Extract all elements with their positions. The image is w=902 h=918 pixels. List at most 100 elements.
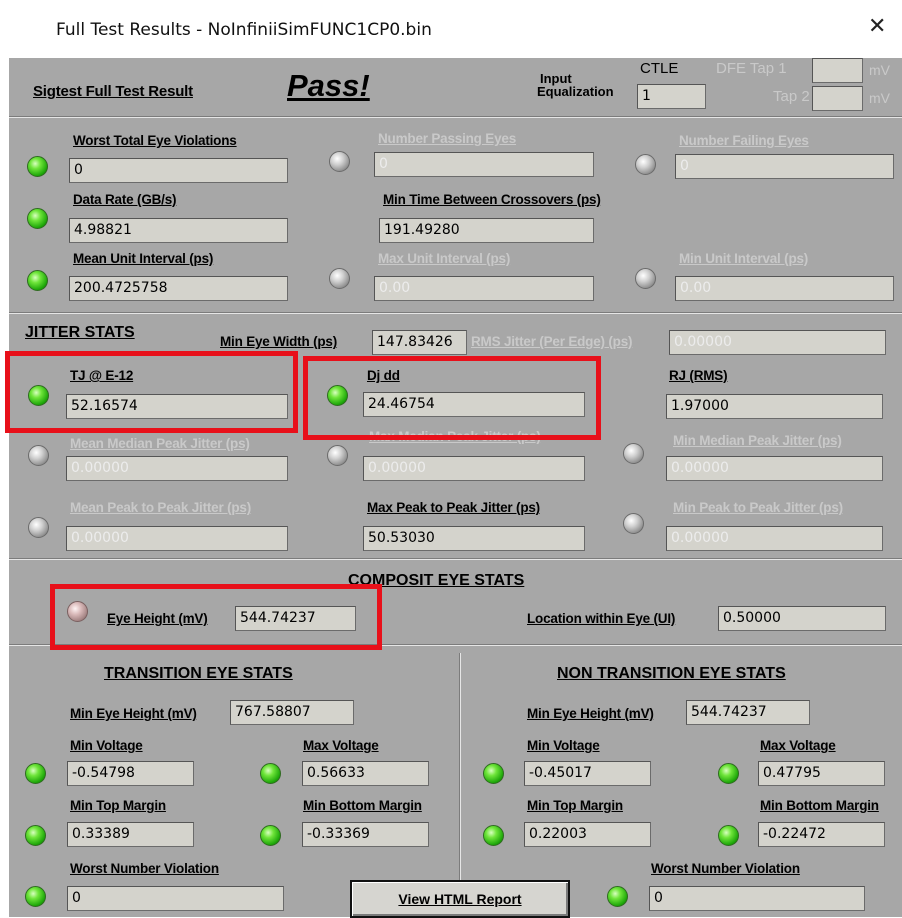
tr-min-voltage-label: Min Voltage xyxy=(70,738,143,753)
mean-ui-field[interactable]: 200.4725758 xyxy=(69,276,288,301)
tr-min-top-field[interactable]: 0.33389 xyxy=(67,822,194,847)
max-ui-field[interactable]: 0.00 xyxy=(374,276,594,301)
window-titlebar: Full Test Results - NoInfiniiSimFUNC1CP0… xyxy=(0,0,902,58)
max-ui-led xyxy=(329,268,350,289)
dfe-tap2-unit: mV xyxy=(869,90,890,106)
max-median-field[interactable]: 0.00000 xyxy=(363,456,585,481)
divider xyxy=(9,558,902,561)
min-time-field[interactable]: 191.49280 xyxy=(379,218,594,243)
close-icon[interactable]: ✕ xyxy=(868,14,886,39)
mean-median-field[interactable]: 0.00000 xyxy=(66,456,288,481)
mean-ui-label: Mean Unit Interval (ps) xyxy=(73,251,214,266)
nt-max-voltage-led xyxy=(718,763,739,784)
passing-eyes-led xyxy=(329,151,350,172)
results-panel: Sigtest Full Test Result Pass! Input Equ… xyxy=(9,58,902,918)
mean-p2p-field[interactable]: 0.00000 xyxy=(66,526,288,551)
tr-worst-label: Worst Number Violation xyxy=(70,861,219,876)
tr-worst-field[interactable]: 0 xyxy=(67,886,284,911)
worst-total-led xyxy=(27,156,48,177)
nt-min-voltage-field[interactable]: -0.45017 xyxy=(524,761,651,786)
min-ui-led xyxy=(635,268,656,289)
nt-max-voltage-field[interactable]: 0.47795 xyxy=(758,761,885,786)
min-median-field[interactable]: 0.00000 xyxy=(666,456,883,481)
mean-median-led xyxy=(28,445,49,466)
rj-field[interactable]: 1.97000 xyxy=(666,394,883,419)
data-rate-label: Data Rate (GB/s) xyxy=(73,192,177,207)
tr-min-top-led xyxy=(25,825,46,846)
divider xyxy=(9,312,902,315)
dfe-tap2-label: Tap 2 xyxy=(773,88,810,105)
location-field[interactable]: 0.50000 xyxy=(718,606,886,631)
tr-max-voltage-label: Max Voltage xyxy=(303,738,379,753)
nt-min-voltage-led xyxy=(483,763,504,784)
mean-ui-led xyxy=(27,270,48,291)
dfe-tap1-field[interactable] xyxy=(812,58,863,83)
min-ui-field[interactable]: 0.00 xyxy=(675,276,894,301)
pass-result: Pass! xyxy=(287,68,370,103)
mean-p2p-label: Mean Peak to Peak Jitter (ps) xyxy=(70,500,252,515)
worst-total-field[interactable]: 0 xyxy=(69,158,288,183)
vertical-divider xyxy=(459,653,462,917)
min-median-led xyxy=(623,443,644,464)
nt-worst-field[interactable]: 0 xyxy=(649,886,865,911)
nt-max-voltage-label: Max Voltage xyxy=(760,738,836,753)
nt-worst-led xyxy=(607,886,628,907)
dfe-tap1-label: DFE Tap 1 xyxy=(716,60,787,77)
location-label: Location within Eye (UI) xyxy=(527,611,676,626)
equalization-label: Equalization xyxy=(537,84,614,99)
nt-min-bottom-label: Min Bottom Margin xyxy=(760,798,879,813)
ctle-field[interactable]: 1 xyxy=(637,84,706,109)
highlight-tj xyxy=(5,351,298,433)
highlight-eye-height xyxy=(50,584,382,650)
tr-min-eye-height-label: Min Eye Height (mV) xyxy=(70,706,197,721)
rms-jitter-label: RMS Jitter (Per Edge) (ps) xyxy=(471,334,633,349)
min-p2p-led xyxy=(623,513,644,534)
tr-worst-led xyxy=(25,886,46,907)
tr-min-eye-height-field[interactable]: 767.58807 xyxy=(230,700,354,725)
tr-min-voltage-led xyxy=(25,763,46,784)
tr-min-voltage-field[interactable]: -0.54798 xyxy=(67,761,194,786)
nt-min-bottom-field[interactable]: -0.22472 xyxy=(758,822,885,847)
min-eye-width-field[interactable]: 147.83426 xyxy=(372,330,467,355)
failing-eyes-field[interactable]: 0 xyxy=(675,154,894,179)
tr-min-bottom-field[interactable]: -0.33369 xyxy=(302,822,429,847)
data-rate-led xyxy=(27,208,48,229)
mean-median-label: Mean Median Peak Jitter (ps) xyxy=(70,436,250,451)
tr-max-voltage-led xyxy=(260,763,281,784)
nt-min-top-led xyxy=(483,825,504,846)
rms-jitter-field[interactable]: 0.00000 xyxy=(669,330,886,355)
view-html-report-button[interactable]: View HTML Report xyxy=(350,880,570,918)
max-median-led xyxy=(327,445,348,466)
tr-min-bottom-label: Min Bottom Margin xyxy=(303,798,422,813)
sigtest-result-label: Sigtest Full Test Result xyxy=(33,83,193,100)
tr-min-top-label: Min Top Margin xyxy=(70,798,166,813)
min-p2p-field[interactable]: 0.00000 xyxy=(666,526,883,551)
tr-min-bottom-led xyxy=(260,825,281,846)
max-p2p-field[interactable]: 50.53030 xyxy=(363,526,585,551)
min-median-label: Min Median Peak Jitter (ps) xyxy=(673,433,842,448)
mean-p2p-led xyxy=(28,517,49,538)
max-ui-label: Max Unit Interval (ps) xyxy=(378,251,511,266)
window-title: Full Test Results - NoInfiniiSimFUNC1CP0… xyxy=(56,20,432,40)
nt-min-bottom-led xyxy=(718,825,739,846)
passing-eyes-label: Number Passing Eyes xyxy=(378,131,517,146)
min-eye-width-label: Min Eye Width (ps) xyxy=(220,334,338,349)
nt-min-top-field[interactable]: 0.22003 xyxy=(524,822,651,847)
rj-label: RJ (RMS) xyxy=(669,368,728,383)
min-p2p-label: Min Peak to Peak Jitter (ps) xyxy=(673,500,843,515)
jitter-stats-header: JITTER STATS xyxy=(25,324,135,341)
min-time-label: Min Time Between Crossovers (ps) xyxy=(383,192,601,207)
nt-worst-label: Worst Number Violation xyxy=(651,861,800,876)
nt-min-eye-height-label: Min Eye Height (mV) xyxy=(527,706,654,721)
passing-eyes-field[interactable]: 0 xyxy=(374,152,594,177)
tr-max-voltage-field[interactable]: 0.56633 xyxy=(302,761,429,786)
dfe-tap1-unit: mV xyxy=(869,62,890,78)
failing-eyes-label: Number Failing Eyes xyxy=(679,133,809,148)
dfe-tap2-field[interactable] xyxy=(812,86,863,111)
nt-min-top-label: Min Top Margin xyxy=(527,798,623,813)
nt-min-eye-height-field[interactable]: 544.74237 xyxy=(686,700,810,725)
worst-total-label: Worst Total Eye Violations xyxy=(73,133,237,148)
divider xyxy=(9,116,902,119)
max-p2p-label: Max Peak to Peak Jitter (ps) xyxy=(367,500,540,515)
data-rate-field[interactable]: 4.98821 xyxy=(69,218,288,243)
